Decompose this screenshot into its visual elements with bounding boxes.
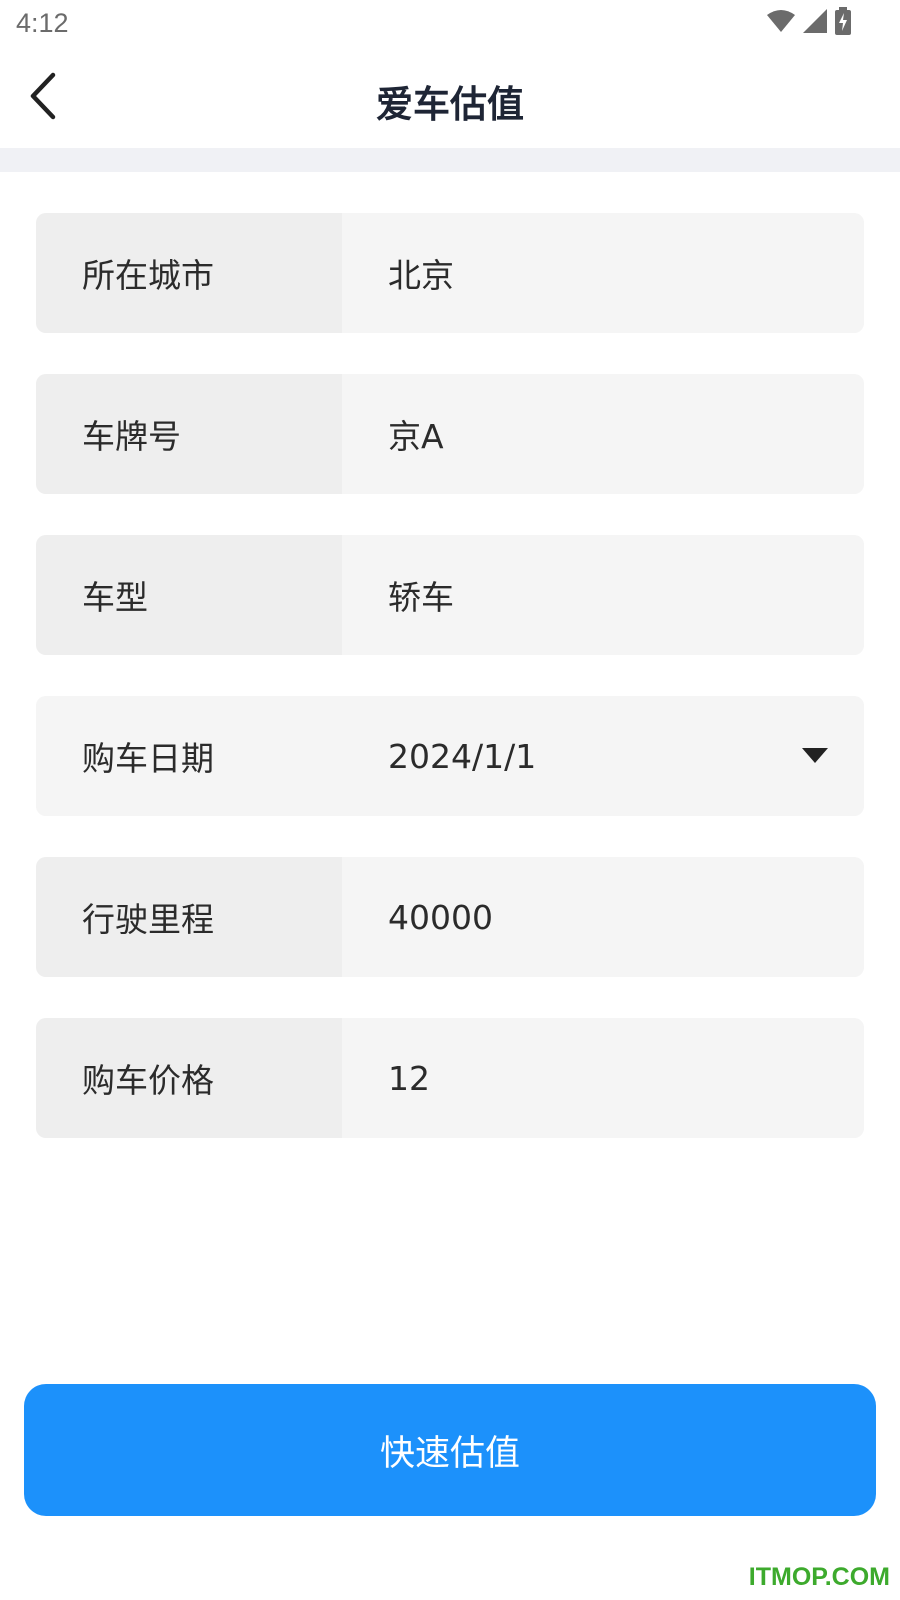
car-valuation-screen: 4:12 爱车估值 所在城市 北京 车牌号 京A 车型 轿车 购车日期 2024… [0, 0, 900, 1600]
quick-valuation-label: 快速估值 [379, 1433, 520, 1474]
page-title: 爱车估值 [376, 83, 524, 126]
car-type-field[interactable]: 轿车 [342, 535, 864, 655]
valuation-form: 所在城市 北京 车牌号 京A 车型 轿车 购车日期 2024/1/1 行驶里程 … [36, 213, 864, 1179]
purchase-price-value: 12 [388, 1058, 430, 1098]
form-label-cell: 车牌号 [36, 374, 342, 494]
status-bar: 4:12 [0, 0, 900, 50]
form-label-cell: 行驶里程 [36, 857, 342, 977]
purchase-date-value: 2024/1/1 [388, 736, 537, 776]
status-icons [766, 7, 852, 39]
car-type-value: 轿车 [388, 578, 454, 617]
city-value: 北京 [388, 256, 454, 295]
battery-charging-icon [834, 7, 852, 39]
mileage-field[interactable]: 40000 [342, 857, 864, 977]
purchase-price-field[interactable]: 12 [342, 1018, 864, 1138]
quick-valuation-button[interactable]: 快速估值 [24, 1384, 876, 1516]
form-row-plate-number[interactable]: 车牌号 京A [36, 374, 864, 494]
purchase-date-label: 购车日期 [82, 739, 214, 778]
plate-number-field[interactable]: 京A [342, 374, 864, 494]
form-row-city[interactable]: 所在城市 北京 [36, 213, 864, 333]
form-label-cell: 购车价格 [36, 1018, 342, 1138]
form-row-mileage[interactable]: 行驶里程 40000 [36, 857, 864, 977]
plate-number-value: 京A [388, 417, 444, 456]
form-label-cell: 购车日期 [36, 696, 342, 816]
plate-number-label: 车牌号 [82, 417, 181, 456]
purchase-date-select[interactable]: 2024/1/1 [342, 696, 864, 816]
app-header: 爱车估值 [0, 50, 900, 148]
form-label-cell: 所在城市 [36, 213, 342, 333]
header-divider [0, 148, 900, 172]
city-label: 所在城市 [82, 256, 214, 295]
mileage-label: 行驶里程 [82, 900, 214, 939]
form-row-car-type[interactable]: 车型 轿车 [36, 535, 864, 655]
form-label-cell: 车型 [36, 535, 342, 655]
form-row-purchase-date[interactable]: 购车日期 2024/1/1 [36, 696, 864, 816]
status-time: 4:12 [16, 8, 69, 38]
purchase-price-label: 购车价格 [82, 1061, 214, 1100]
wifi-icon [766, 8, 796, 38]
form-row-purchase-price[interactable]: 购车价格 12 [36, 1018, 864, 1138]
cellular-signal-icon [802, 8, 828, 38]
watermark-logo: ITMOP.COM [748, 1563, 890, 1591]
city-field[interactable]: 北京 [342, 213, 864, 333]
mileage-value: 40000 [388, 897, 493, 937]
car-type-label: 车型 [82, 578, 148, 617]
caret-down-icon[interactable] [802, 748, 828, 763]
